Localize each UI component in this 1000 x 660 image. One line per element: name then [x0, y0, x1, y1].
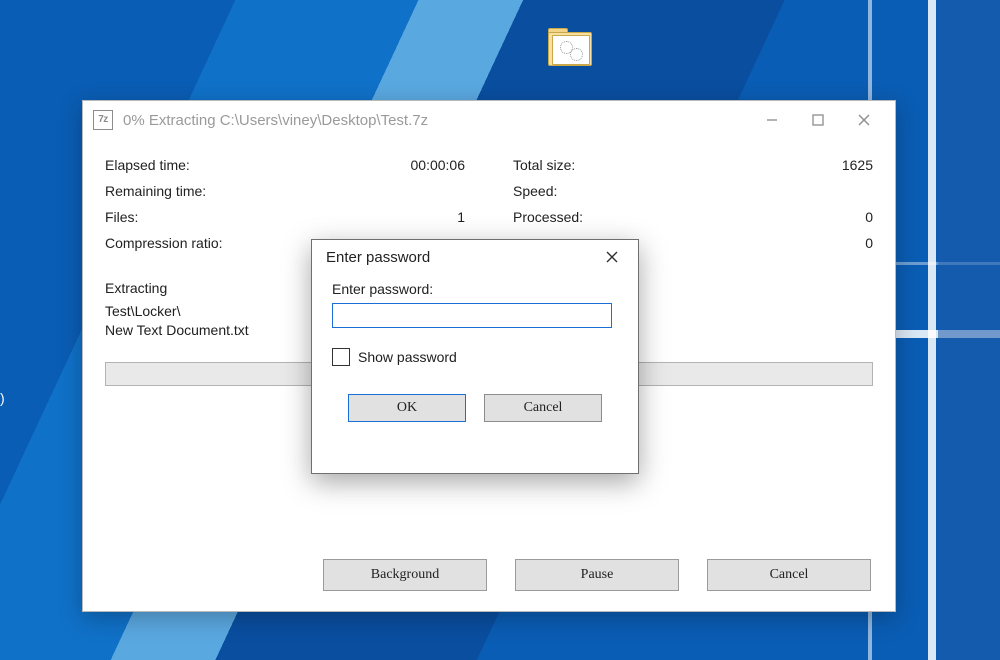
desktop-folder-icon[interactable] [548, 28, 590, 64]
stat-label: Files: [105, 209, 138, 225]
close-button[interactable] [841, 105, 887, 135]
wallpaper-pane [938, 0, 1000, 660]
dialog-titlebar[interactable]: Enter password [312, 240, 638, 275]
window-title: 0% Extracting C:\Users\viney\Desktop\Tes… [123, 112, 749, 129]
stat-row-remaining: Remaining time: [105, 178, 465, 204]
stat-row-speed: Speed: [513, 178, 873, 204]
maximize-button[interactable] [795, 105, 841, 135]
stat-row-totalsize: Total size: 1625 [513, 152, 873, 178]
partial-offscreen-text: ) [0, 390, 5, 406]
password-field-label: Enter password: [332, 281, 618, 297]
desktop-wallpaper: ) 7z 0% Extracting C:\Users\viney\Deskto… [0, 0, 1000, 660]
show-password-row[interactable]: Show password [332, 348, 618, 366]
sevenzip-icon: 7z [93, 110, 113, 130]
stat-label: Speed: [513, 183, 557, 199]
stat-row-files: Files: 1 [105, 204, 465, 230]
ok-button[interactable]: OK [348, 394, 466, 422]
pause-button[interactable]: Pause [515, 559, 679, 591]
password-input[interactable] [332, 303, 612, 328]
stat-value: 1 [457, 209, 465, 225]
dialog-body: Enter password: Show password OK Cancel [312, 275, 638, 436]
gear-icon [570, 48, 583, 61]
stat-label: Compression ratio: [105, 235, 223, 251]
stat-row-elapsed: Elapsed time: 00:00:06 [105, 152, 465, 178]
cancel-button[interactable]: Cancel [484, 394, 602, 422]
cancel-button[interactable]: Cancel [707, 559, 871, 591]
stat-value: 00:00:06 [411, 157, 466, 173]
stat-label: Elapsed time: [105, 157, 190, 173]
window-button-row: Background Pause Cancel [83, 559, 895, 591]
minimize-button[interactable] [749, 105, 795, 135]
stat-value: 0 [865, 209, 873, 225]
dialog-button-row: OK Cancel [332, 394, 618, 422]
folder-front-shape [552, 35, 590, 65]
dialog-title: Enter password [326, 249, 592, 266]
stat-row-processed: Processed: 0 [513, 204, 873, 230]
stat-label: Total size: [513, 157, 575, 173]
close-icon[interactable] [592, 243, 632, 271]
show-password-label: Show password [358, 349, 457, 365]
background-button[interactable]: Background [323, 559, 487, 591]
stat-label: Processed: [513, 209, 583, 225]
stat-value: 1625 [842, 157, 873, 173]
show-password-checkbox[interactable] [332, 348, 350, 366]
titlebar[interactable]: 7z 0% Extracting C:\Users\viney\Desktop\… [83, 101, 895, 140]
stat-label: Remaining time: [105, 183, 206, 199]
enter-password-dialog: Enter password Enter password: Show pass… [311, 239, 639, 474]
stat-value: 0 [865, 235, 873, 251]
